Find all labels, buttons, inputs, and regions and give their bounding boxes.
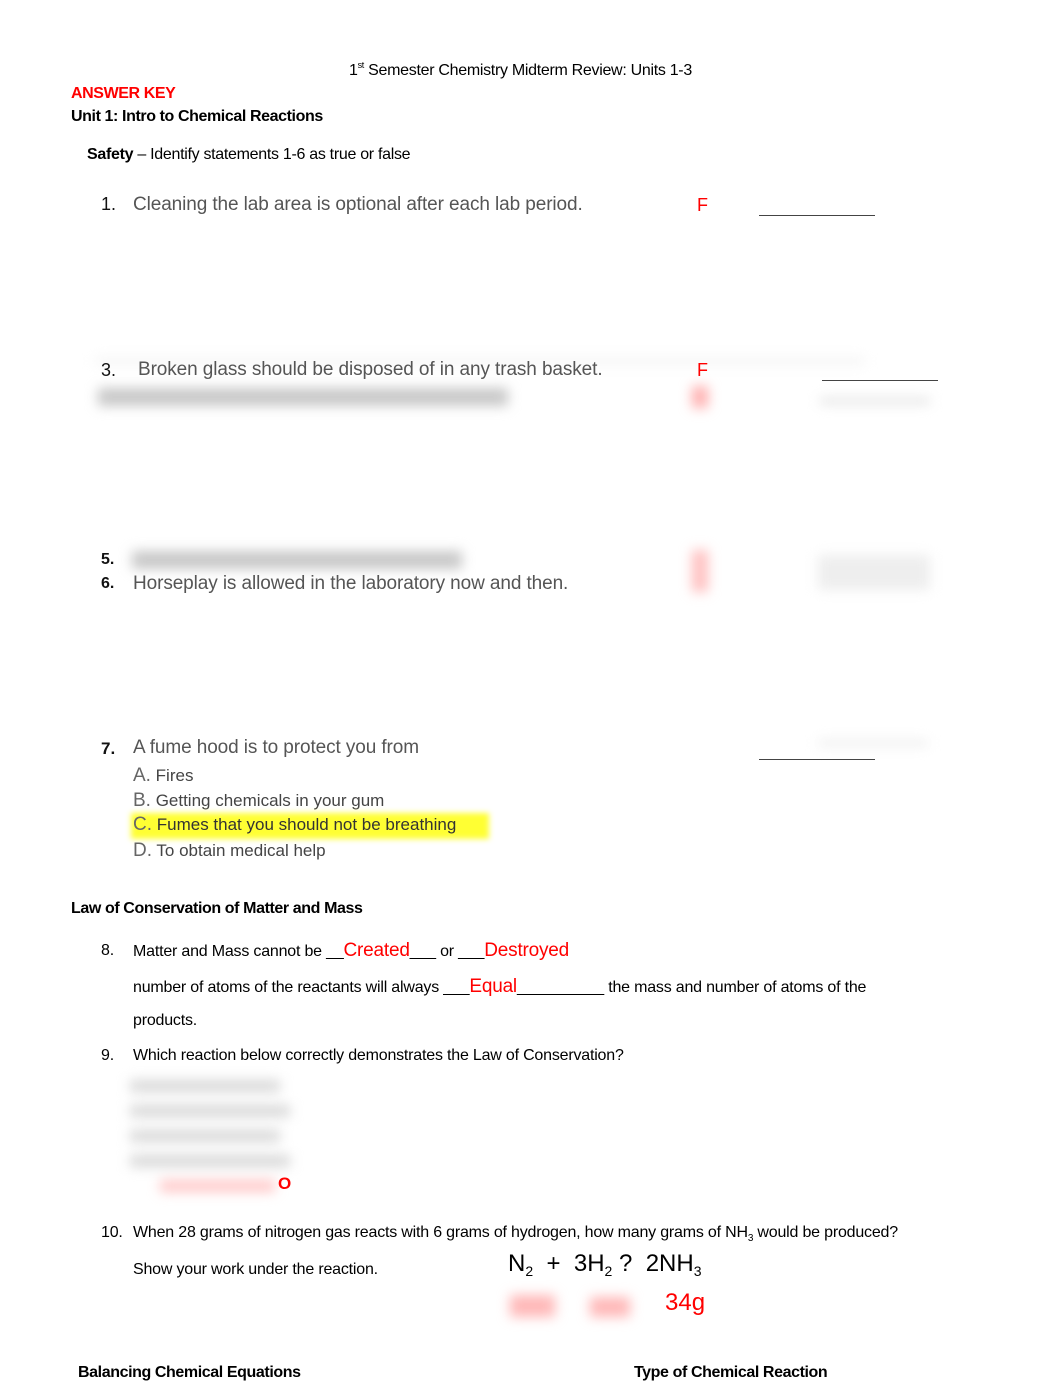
question-7-text: A fume hood is to protect you from [133, 737, 419, 758]
answer-key-label: ANSWER KEY [71, 85, 176, 102]
question-3-answer: F [697, 360, 708, 380]
correct-mark: O [278, 1174, 292, 1193]
answer-equal: Equal [469, 976, 517, 997]
blurred-correct-option [160, 1180, 275, 1192]
question-7-number: 7. [101, 739, 116, 758]
blurred-blank-4 [820, 398, 930, 404]
blurred-option [130, 1130, 280, 1142]
question-8-line-2: number of atoms of the reactants will al… [133, 976, 867, 997]
chemical-equation: N2 + 3H2 ? 2NH3 [508, 1250, 702, 1279]
option-a: A. Fires [133, 765, 194, 786]
answer-created: Created [343, 940, 410, 961]
answer-blank-3[interactable] [822, 380, 938, 381]
question-6-number: 6. [101, 575, 115, 592]
safety-instructions: Safety – Identify statements 1-6 as true… [87, 146, 411, 163]
question-8-number: 8. [101, 942, 114, 959]
option-b: B. Getting chemicals in your gum [133, 790, 385, 811]
question-10-answer: 34g [665, 1289, 706, 1316]
question-3-text: Broken glass should be disposed of in an… [138, 359, 603, 380]
blurred-work [510, 1295, 555, 1317]
blurred-option [130, 1080, 280, 1092]
blurred-answer-5 [692, 550, 708, 592]
answer-blank-7[interactable] [759, 759, 875, 760]
blurred-option [130, 1155, 290, 1167]
question-9-text: Which reaction below correctly demonstra… [133, 1047, 624, 1064]
option-c-correct: C. Fumes that you should not be breathin… [133, 814, 457, 835]
question-9-number: 9. [101, 1047, 114, 1064]
answer-blank-1[interactable] [759, 215, 875, 216]
answer-destroyed: Destroyed [484, 940, 570, 961]
question-10-text: When 28 grams of nitrogen gas reacts wit… [133, 1224, 898, 1245]
blurred-work [590, 1297, 630, 1317]
question-3-number: 3. [101, 360, 117, 380]
question-1-answer: F [697, 195, 708, 215]
question-10-number: 10. [101, 1224, 123, 1241]
question-10-instruction: Show your work under the reaction. [133, 1261, 378, 1278]
question-1-text: Cleaning the lab area is optional after … [133, 194, 583, 215]
question-5-number: 5. [101, 551, 115, 568]
blurred-option [130, 1105, 290, 1117]
blurred-question-4 [98, 388, 508, 406]
option-d: D. To obtain medical help [133, 840, 326, 861]
blurred-answer-4 [692, 386, 708, 408]
document-title: 1st Semester Chemistry Midterm Review: U… [349, 60, 692, 79]
blurred-blank-5 [818, 555, 930, 590]
balancing-heading: Balancing Chemical Equations [78, 1364, 301, 1381]
question-1: 1. [101, 194, 117, 214]
question-8-line-3: products. [133, 1012, 198, 1029]
blurred-question-5 [132, 551, 462, 569]
reaction-type-heading: Type of Chemical Reaction [634, 1364, 828, 1381]
unit-heading: Unit 1: Intro to Chemical Reactions [71, 108, 323, 125]
blurred-strip [818, 740, 928, 746]
question-8-line-1: Matter and Mass cannot be __Created___ o… [133, 940, 570, 961]
conservation-heading: Law of Conservation of Matter and Mass [71, 900, 363, 917]
question-6-text: Horseplay is allowed in the laboratory n… [133, 573, 569, 594]
